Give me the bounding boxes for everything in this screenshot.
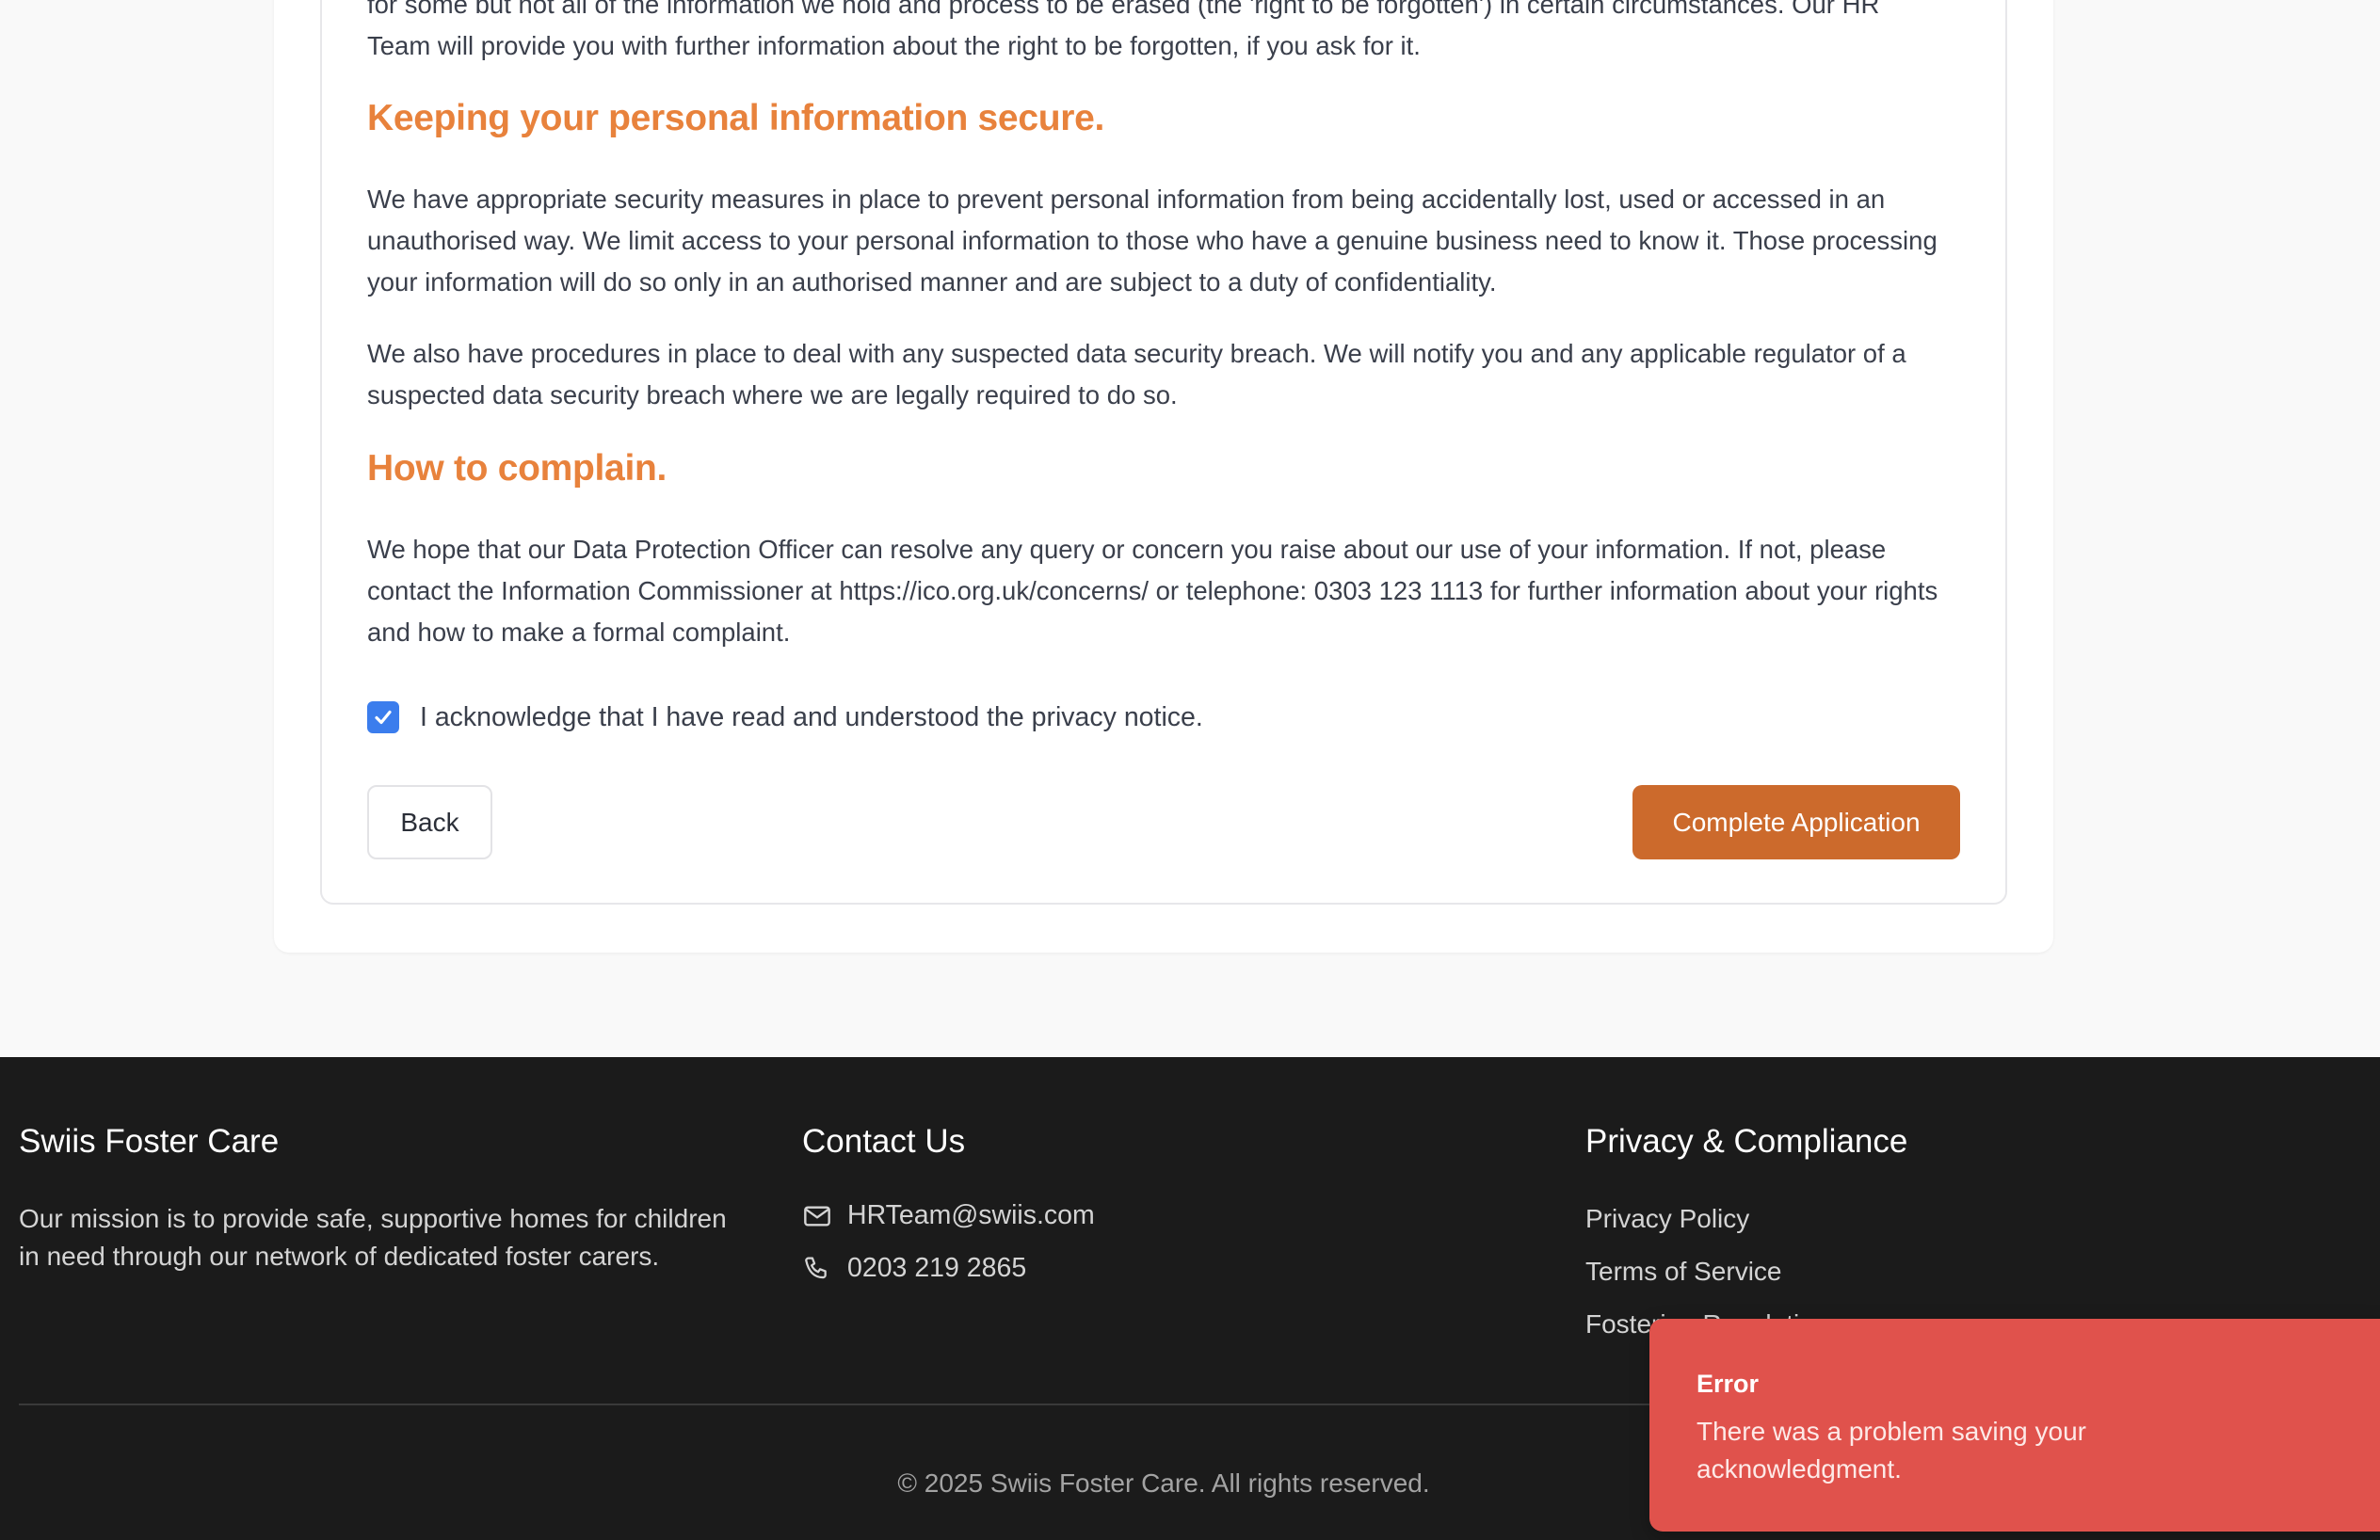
- breach-paragraph: We also have procedures in place to deal…: [367, 339, 1906, 409]
- terms-of-service-link[interactable]: Terms of Service: [1585, 1257, 1782, 1287]
- toast-title: Error: [1697, 1370, 1760, 1398]
- footer-contact-title: Contact Us: [802, 1123, 966, 1160]
- check-icon: [375, 710, 392, 725]
- security-heading: Keeping your personal information secure…: [367, 98, 1105, 138]
- complain-heading: How to complain.: [367, 448, 667, 489]
- security-paragraph: We have appropriate security measures in…: [367, 184, 1938, 297]
- erasure-paragraph: for some but not all of the information …: [367, 0, 1880, 60]
- footer-brand-title: Swiis Foster Care: [19, 1123, 280, 1160]
- acknowledge-label[interactable]: I acknowledge that I have read and under…: [420, 702, 1203, 733]
- footer-compliance-title: Privacy & Compliance: [1585, 1123, 1908, 1160]
- footer-email-row: HRTeam@swiis.com: [802, 1200, 1095, 1231]
- mail-icon: [804, 1205, 830, 1227]
- acknowledge-row: I acknowledge that I have read and under…: [367, 698, 1203, 736]
- back-button[interactable]: Back: [367, 785, 492, 859]
- complete-application-button[interactable]: Complete Application: [1632, 785, 1960, 859]
- complain-paragraph: We hope that our Data Protection Officer…: [367, 535, 1938, 647]
- footer-phone-link[interactable]: 0203 219 2865: [847, 1253, 1026, 1284]
- footer-phone-row: 0203 219 2865: [802, 1253, 1026, 1284]
- phone-icon: [805, 1257, 827, 1278]
- privacy-policy-link[interactable]: Privacy Policy: [1585, 1204, 1749, 1234]
- footer-email-link[interactable]: HRTeam@swiis.com: [847, 1200, 1095, 1231]
- error-toast[interactable]: Error There was a problem saving your ac…: [1649, 1319, 2380, 1532]
- footer-mission-text: Our mission is to provide safe, supporti…: [19, 1204, 727, 1271]
- toast-message: There was a problem saving your acknowle…: [1697, 1417, 2086, 1484]
- acknowledge-checkbox[interactable]: [367, 701, 399, 733]
